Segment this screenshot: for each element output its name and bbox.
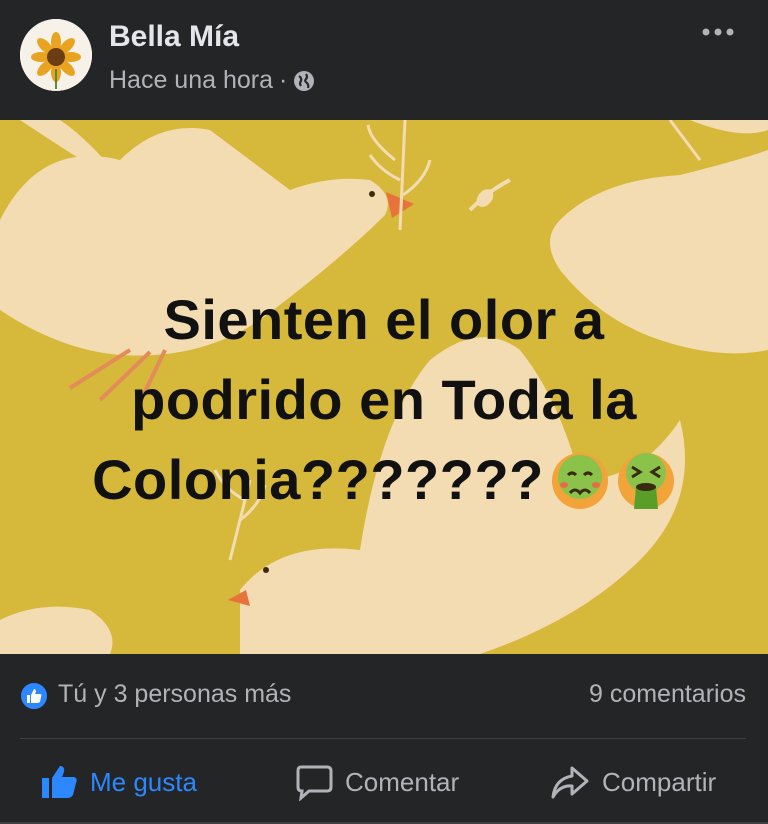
avatar[interactable] [20,19,92,91]
post-text-line-with-emojis: Colonia??????? [40,440,728,520]
comment-button-label: Comentar [345,766,460,797]
sunflower-icon [20,19,92,91]
globe-icon[interactable] [293,70,315,92]
post-text: Sienten el olor a podrido en Toda la Col… [40,280,728,520]
post-text-line: Sienten el olor a [163,288,605,351]
comment-button[interactable]: Comentar [295,750,459,814]
post-image[interactable]: Sienten el olor a podrido en Toda la Col… [0,120,768,654]
post-header: Bella Mía Hace una hora · [0,0,768,120]
share-button-label: Compartir [602,766,717,797]
comment-count[interactable]: 9 comentarios [589,680,746,709]
like-button[interactable]: Me gusta [40,750,197,814]
comment-icon [296,765,333,801]
like-reaction-icon[interactable] [19,681,49,711]
post-text-line: Colonia??????? [92,448,544,511]
divider [20,738,746,739]
post-time[interactable]: Hace una hora [109,66,273,95]
share-icon [551,766,589,799]
reaction-summary[interactable]: Tú y 3 personas más [58,680,291,709]
post-meta: Hace una hora · [109,66,315,95]
like-button-label: Me gusta [90,766,197,797]
author-name[interactable]: Bella Mía [109,20,239,54]
share-button[interactable]: Compartir [550,750,716,814]
more-options-icon[interactable] [700,18,736,46]
meta-separator: · [279,66,288,94]
vomiting-face-emoji [617,453,674,509]
nauseated-face-emoji [551,453,608,509]
post-text-line: podrido en Toda la [131,368,637,431]
thumbs-up-icon [42,766,77,798]
